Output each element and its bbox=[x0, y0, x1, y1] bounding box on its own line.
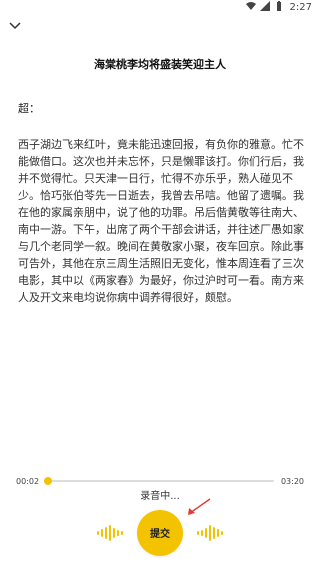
chevron-down-icon[interactable] bbox=[8, 17, 22, 36]
recording-status: 录音中... bbox=[140, 491, 180, 502]
top-bar bbox=[0, 14, 320, 38]
current-time: 00:02 bbox=[16, 476, 40, 486]
submit-button[interactable]: 提交 bbox=[137, 509, 183, 556]
battery-icon bbox=[274, 0, 284, 14]
status-time: 2:27 bbox=[289, 1, 312, 13]
wave-left-icon bbox=[93, 524, 127, 541]
article-body: 西子湖边飞来红叶，竟未能迅速回报，有负你的雅意。忙不能做借口。这次也并未忘怀，只… bbox=[18, 138, 304, 304]
article-title: 海棠桃李均将盛装笑迎主人 bbox=[94, 58, 226, 71]
wifi-icon bbox=[245, 1, 256, 14]
status-bar: 2:27 bbox=[0, 0, 320, 14]
wave-right-icon bbox=[193, 524, 227, 541]
pointer-arrow-icon bbox=[188, 498, 211, 515]
article-content: 海棠桃李均将盛装笑迎主人 超： 西子湖边飞来红叶，竟未能迅速回报，有负你的雅意。… bbox=[0, 38, 320, 468]
progress-track[interactable] bbox=[44, 477, 274, 485]
record-controls: 提交 bbox=[0, 505, 320, 560]
progress-knob[interactable] bbox=[44, 477, 53, 485]
signal-icon bbox=[259, 0, 270, 14]
status-icons bbox=[245, 0, 284, 14]
total-time: 03:20 bbox=[280, 476, 304, 486]
article-salutation: 超： bbox=[18, 102, 40, 115]
